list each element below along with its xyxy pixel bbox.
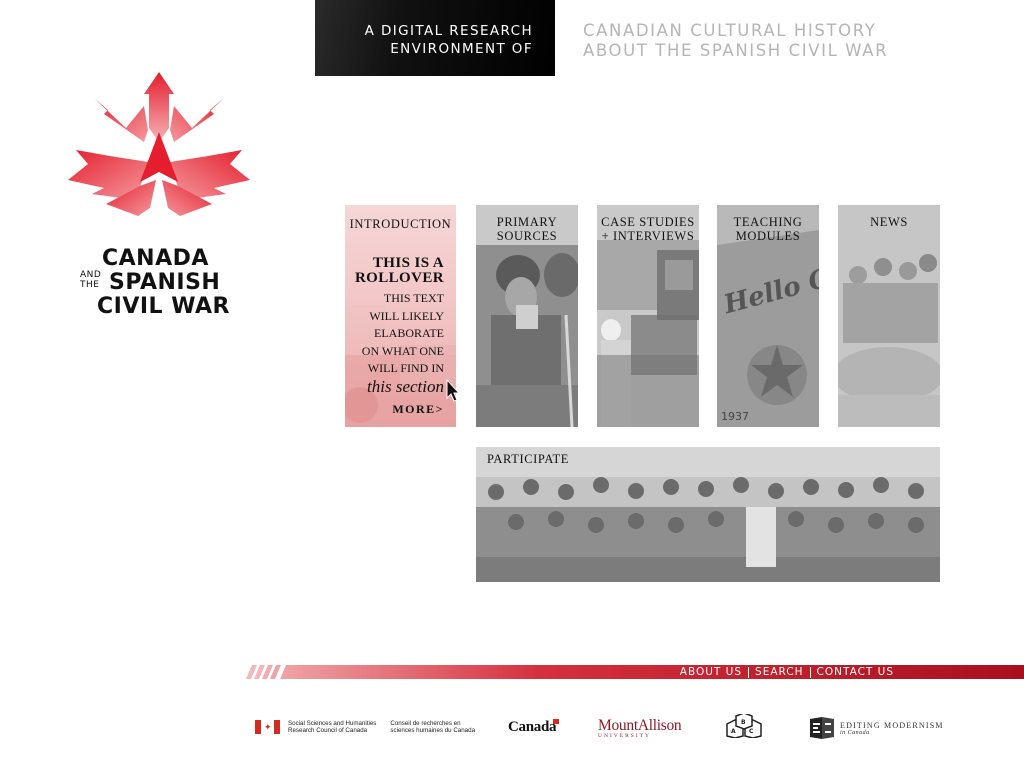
tile-teaching-modules[interactable]: Hello Ca 1937 TEACHING MODULES (717, 205, 819, 427)
header-tagline-box: A DIGITAL RESEARCH ENVIRONMENT OF (315, 0, 555, 76)
tile-case-studies-label: CASE STUDIES + INTERVIEWS (601, 215, 695, 243)
rollover-line: WILL LIKELY (369, 308, 444, 323)
tile-primary-sources-label: PRIMARY SOURCES (496, 215, 558, 243)
svg-text:B: B (741, 719, 746, 726)
canada-flag-icon: ✦ (255, 720, 280, 734)
mouse-cursor-icon (446, 379, 460, 402)
tile-participate-label: PARTICIPATE (487, 452, 570, 466)
sshrc-french: Conseil de recherches en sciences humain… (390, 720, 475, 734)
maple-leaf-icon (68, 72, 250, 216)
subtitle-line-2: ABOUT THE SPANISH CIVIL WAR (583, 41, 889, 60)
tile-teaching-modules-label: TEACHING MODULES (733, 215, 803, 243)
sshrc-en-line: Social Sciences and Humanities (288, 720, 377, 727)
tile-introduction-label: INTRODUCTION (349, 217, 452, 231)
canada-wordmark-text: Canada (508, 719, 557, 735)
emc-title: EDITING MODERNISM (840, 720, 944, 730)
rollover-line: THIS TEXT (383, 291, 444, 305)
sshrc-fr-line: sciences humaines du Canada (390, 727, 476, 734)
footer-stripes-icon (246, 665, 1024, 679)
rollover-headline-2: ROLLOVER (354, 270, 444, 286)
sshrc-english: Social Sciences and Humanities Research … (288, 720, 376, 734)
canada-wordmark[interactable]: Canada (508, 719, 560, 736)
logo-civil-war: CIVIL WAR (97, 294, 230, 319)
news-photo (838, 205, 940, 427)
about-us-link[interactable]: ABOUT US (674, 666, 748, 678)
site-logo[interactable]: CANADA AND THE SPANISH CIVIL WAR (66, 70, 256, 330)
subtitle-line-1: CANADIAN CULTURAL HISTORY (583, 21, 877, 40)
svg-text:1937: 1937 (721, 410, 749, 423)
rollover-headline-1: THIS IS A (372, 255, 444, 271)
tile-news-label: NEWS (870, 215, 908, 229)
rollover-body: THIS TEXT WILL LIKELY ELABORATE ON WHAT … (355, 290, 444, 378)
introduction-rollover: THIS IS A ROLLOVER THIS TEXT WILL LIKELY… (355, 256, 444, 417)
footer-nav: ABOUT US SEARCH CONTACT US (674, 666, 900, 678)
tile-news[interactable]: NEWS (838, 205, 940, 427)
editing-modernism-logo[interactable]: EDITING MODERNISM in Canada (808, 717, 944, 739)
svg-text:A: A (731, 728, 736, 735)
participate-photo (476, 447, 940, 582)
tile-participate[interactable]: PARTICIPATE (476, 447, 940, 582)
footer-bar (246, 665, 1024, 679)
logo-the: THE (80, 280, 100, 290)
mount-allison-logo[interactable]: MountAllison UNIVERSITY (598, 717, 682, 739)
sshrc-fr-line: Conseil de recherches en (390, 720, 461, 727)
logo-spanish: SPANISH (109, 270, 221, 295)
search-link[interactable]: SEARCH (749, 666, 809, 678)
mini-flag-icon (553, 719, 560, 724)
sshrc-en-line: Research Council of Canada (288, 727, 368, 734)
rollover-italic: this section (367, 376, 444, 396)
tagline-line-2: ENVIRONMENT OF (390, 41, 533, 57)
sshrc-logo[interactable]: ✦ Social Sciences and Humanities Researc… (255, 720, 489, 734)
tile-case-studies[interactable]: CASE STUDIES + INTERVIEWS (597, 205, 699, 427)
tagline-line-1: A DIGITAL RESEARCH (364, 23, 533, 39)
more-link[interactable]: MORE> (355, 402, 444, 417)
logo-and: AND (80, 270, 102, 280)
tile-introduction[interactable]: INTRODUCTION THIS IS A ROLLOVER THIS TEX… (345, 205, 456, 427)
rollover-line: ON WHAT ONE (361, 343, 444, 358)
logo-canada: CANADA (102, 246, 209, 271)
logo-and-the: AND THE (80, 270, 101, 290)
rollover-line: WILL FIND IN (367, 361, 444, 375)
sponsor-logos: ✦ Social Sciences and Humanities Researc… (0, 705, 1024, 750)
rollover-line: ELABORATE (374, 326, 444, 340)
svg-text:C: C (749, 728, 754, 735)
emc-mark-icon (810, 717, 834, 739)
blocks-logo-icon[interactable]: A CB (723, 714, 767, 738)
tile-primary-sources[interactable]: PRIMARY SOURCES (476, 205, 578, 427)
contact-us-link[interactable]: CONTACT US (811, 666, 900, 678)
header-subtitle: CANADIAN CULTURAL HISTORY ABOUT THE SPAN… (583, 21, 903, 61)
emc-subtitle: in Canada (840, 729, 870, 736)
